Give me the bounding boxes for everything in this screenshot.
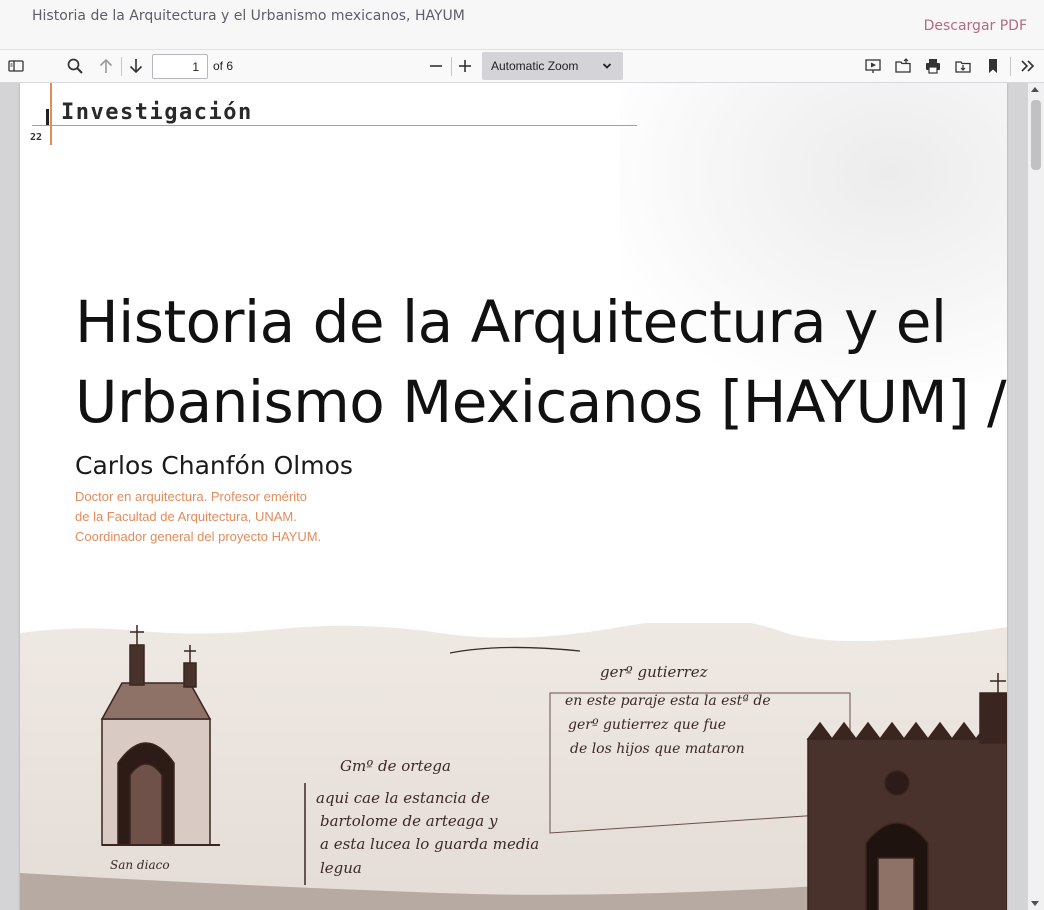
svg-text:legua: legua xyxy=(320,859,362,877)
svg-text:Gmº de ortega: Gmº de ortega xyxy=(340,757,451,775)
bookmark-icon[interactable] xyxy=(981,54,1005,78)
svg-text:a esta lucea lo guarda media: a esta lucea lo guarda media xyxy=(320,835,539,853)
svg-text:en este paraje esta la estª de: en este paraje esta la estª de xyxy=(565,693,771,709)
article-title-line-2: Urbanismo Mexicanos [HAYUM] / xyxy=(75,368,1007,436)
article-title-line-1: Historia de la Arquitectura y el xyxy=(75,288,947,356)
chevron-down-icon xyxy=(602,63,612,69)
page-number-input[interactable] xyxy=(152,54,208,79)
scroll-down-arrow-icon[interactable] xyxy=(1031,901,1039,906)
header-vertical-rule xyxy=(50,83,52,145)
vertical-scrollbar[interactable] xyxy=(1028,83,1044,910)
svg-text:aqui cae la estancia de: aqui cae la estancia de xyxy=(316,789,490,807)
section-marker xyxy=(46,109,49,126)
toolbar-separator xyxy=(1010,57,1011,76)
zoom-out-icon[interactable] xyxy=(424,54,448,78)
sidebar-toggle-icon[interactable] xyxy=(4,54,28,78)
author-affiliation-line: Coordinador general del proyecto HAYUM. xyxy=(75,529,322,544)
svg-text:gerº gutierrez: gerº gutierrez xyxy=(600,663,708,681)
save-download-icon[interactable] xyxy=(951,54,975,78)
header-horizontal-rule xyxy=(32,125,637,126)
print-icon[interactable] xyxy=(921,54,945,78)
toolbar-separator xyxy=(451,57,452,76)
zoom-select[interactable]: Automatic Zoom xyxy=(482,52,623,80)
toolbar-separator xyxy=(121,57,122,76)
historical-manuscript-illustration: San diaco Gmº de ortega aqui cae la esta… xyxy=(20,623,1007,910)
scrollbar-thumb[interactable] xyxy=(1031,100,1041,170)
search-icon[interactable] xyxy=(63,54,87,78)
zoom-select-value: Automatic Zoom xyxy=(491,59,579,73)
author-affiliation-line: de la Facultad de Arquitectura, UNAM. xyxy=(75,509,297,524)
open-file-icon[interactable] xyxy=(891,54,915,78)
scroll-up-arrow-icon[interactable] xyxy=(1031,87,1039,92)
pdf-toolbar: of 6 Automatic Zoom xyxy=(0,50,1044,83)
download-pdf-link[interactable]: Descargar PDF xyxy=(924,18,1027,34)
pdf-page: Investigación 22 Historia de la Arquitec… xyxy=(20,83,1007,910)
page-number: 22 xyxy=(30,132,43,143)
document-title: Historia de la Arquitectura y el Urbanis… xyxy=(32,8,465,24)
document-header: Historia de la Arquitectura y el Urbanis… xyxy=(0,0,1044,50)
presentation-mode-icon[interactable] xyxy=(861,54,885,78)
page-count-label: of 6 xyxy=(213,59,234,73)
next-page-icon[interactable] xyxy=(124,54,148,78)
zoom-in-icon[interactable] xyxy=(453,54,477,78)
previous-page-icon[interactable] xyxy=(94,54,118,78)
svg-text:gerº gutierrez que fue: gerº gutierrez que fue xyxy=(568,717,726,733)
author-affiliation-line: Doctor en arquitectura. Profesor emérito xyxy=(75,489,307,504)
author-name: Carlos Chanfón Olmos xyxy=(75,451,353,480)
document-viewer[interactable]: Investigación 22 Historia de la Arquitec… xyxy=(0,83,1044,910)
svg-text:de los hijos que mataron: de los hijos que mataron xyxy=(570,741,745,757)
svg-text:bartolome de arteaga y: bartolome de arteaga y xyxy=(320,812,498,830)
manuscript-label: San diaco xyxy=(110,858,170,872)
tools-chevron-icon[interactable] xyxy=(1016,54,1040,78)
section-label: Investigación xyxy=(61,100,253,125)
